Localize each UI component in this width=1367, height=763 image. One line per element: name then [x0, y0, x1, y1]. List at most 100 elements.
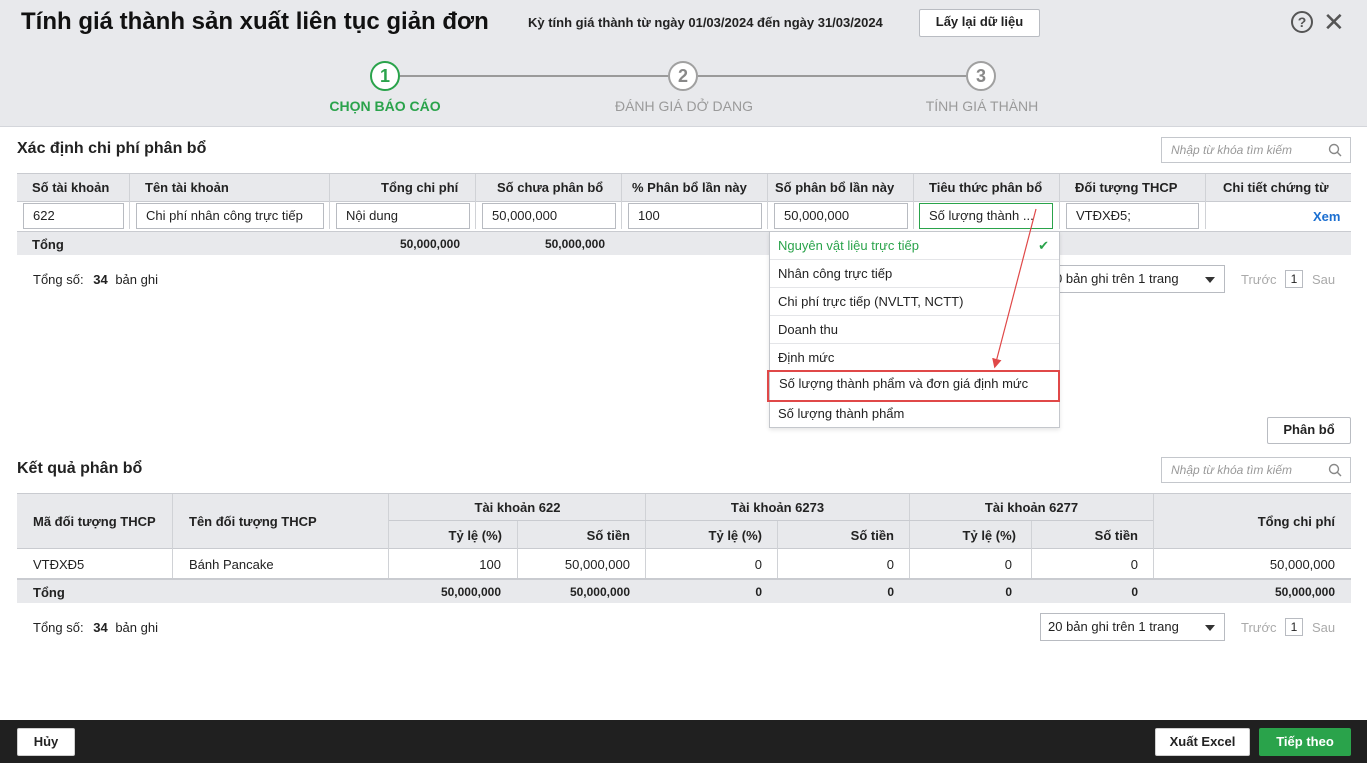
- record-suffix: bản ghi: [115, 620, 158, 635]
- page-size-value: 20 bản ghi trên 1 trang: [1048, 619, 1179, 634]
- result-search-input[interactable]: Nhập từ khóa tìm kiếm: [1161, 457, 1351, 483]
- col-divider: [475, 174, 476, 229]
- total-rate-6273: 0: [755, 585, 762, 599]
- result-name: Bánh Pancake: [189, 557, 274, 572]
- criteria-option-highlighted[interactable]: Số lượng thành phẩm và đơn giá định mức: [767, 370, 1060, 402]
- col-unallocated: Số chưa phân bổ: [497, 180, 604, 195]
- help-icon[interactable]: ?: [1291, 11, 1313, 33]
- col-total: Tổng chi phí: [1257, 514, 1335, 529]
- footer-bar: Hủy Xuất Excel Tiếp theo: [0, 720, 1367, 763]
- page-number-input[interactable]: 1: [1285, 618, 1303, 636]
- total-cost-sum: 50,000,000: [399, 237, 460, 251]
- col-object: Đối tượng THCP: [1075, 180, 1178, 195]
- col-name: Tên đối tượng THCP: [189, 514, 317, 529]
- col-rate-6273: Tỷ lệ (%): [708, 528, 762, 543]
- criteria-option[interactable]: Nhân công trực tiếp: [770, 260, 1059, 288]
- result-total-row: Tổng 50,000,000 50,000,000 0 0 0 0 50,00…: [17, 578, 1351, 603]
- allocate-button[interactable]: Phân bổ: [1267, 417, 1351, 444]
- allocated-field[interactable]: 50,000,000: [774, 203, 908, 229]
- search-icon: [1328, 143, 1342, 157]
- period-text: Kỳ tính giá thành từ ngày 01/03/2024 đến…: [528, 15, 883, 30]
- export-excel-button[interactable]: Xuất Excel: [1155, 728, 1250, 756]
- prev-page-button[interactable]: Trước: [1241, 272, 1277, 287]
- result-amount-622: 50,000,000: [564, 557, 630, 572]
- result-record-count: Tổng số: 34 bản ghi: [33, 620, 158, 635]
- total-rate-622: 50,000,000: [440, 585, 501, 599]
- step-3-label: TÍNH GIÁ THÀNH: [925, 98, 1039, 114]
- criteria-option[interactable]: Doanh thu: [770, 316, 1059, 344]
- total-amount-6273: 0: [887, 585, 894, 599]
- next-page-button[interactable]: Sau: [1312, 272, 1335, 287]
- col-account-no: Số tài khoản: [32, 180, 110, 195]
- allocation-header-row: Số tài khoản Tên tài khoản Tổng chi phí …: [17, 173, 1351, 202]
- col-rate-622: Tỷ lệ (%): [448, 528, 502, 543]
- col-divider: [621, 174, 622, 229]
- criteria-option[interactable]: Nguyên vật liệu trực tiếp ✔: [770, 232, 1059, 260]
- col-rate-6277: Tỷ lệ (%): [962, 528, 1016, 543]
- next-page-button[interactable]: Sau: [1312, 620, 1335, 635]
- page-number-input[interactable]: 1: [1285, 270, 1303, 288]
- search-placeholder: Nhập từ khóa tìm kiếm: [1171, 463, 1292, 477]
- result-page-size-select[interactable]: 20 bản ghi trên 1 trang: [1040, 613, 1225, 641]
- account-name-field[interactable]: Chi phí nhân công trực tiếp: [136, 203, 324, 229]
- close-icon[interactable]: ✕: [1323, 9, 1345, 35]
- criteria-select[interactable]: Số lượng thành ...: [919, 203, 1053, 229]
- reload-data-button[interactable]: Lấy lại dữ liệu: [919, 9, 1040, 37]
- result-amount-6277: 0: [1130, 557, 1138, 572]
- total-rate-6277: 0: [1005, 585, 1012, 599]
- check-icon: ✔: [1038, 238, 1049, 253]
- col-amount-6277: Số tiền: [1094, 528, 1138, 543]
- allocation-title: Xác định chi phí phân bổ: [17, 140, 207, 157]
- step-1-circle[interactable]: 1: [370, 61, 400, 91]
- total-amount-6277: 0: [1131, 585, 1138, 599]
- result-rate-6277: 0: [1004, 557, 1012, 572]
- criteria-option[interactable]: Số lượng thành phẩm: [770, 400, 1059, 428]
- header-subdivider: [389, 520, 1153, 521]
- total-amount-622: 50,000,000: [569, 585, 630, 599]
- next-button[interactable]: Tiếp theo: [1259, 728, 1351, 756]
- total-label: Tổng: [32, 237, 64, 252]
- col-amount-622: Số tiền: [586, 528, 630, 543]
- col-divider: [129, 174, 130, 229]
- col-divider: [1059, 174, 1060, 229]
- step-2-circle[interactable]: 2: [668, 61, 698, 91]
- result-title: Kết quả phân bổ: [17, 460, 143, 477]
- col-detail: Chi tiết chứng từ: [1223, 180, 1329, 195]
- prev-page-button[interactable]: Trước: [1241, 620, 1277, 635]
- total-cost-field[interactable]: Nội dung: [336, 203, 470, 229]
- search-placeholder: Nhập từ khóa tìm kiếm: [1171, 143, 1292, 157]
- record-count: 34: [93, 620, 108, 635]
- unallocated-field[interactable]: 50,000,000: [482, 203, 616, 229]
- chevron-down-icon: [1205, 625, 1215, 631]
- step-1-label: CHỌN BÁO CÁO: [329, 98, 441, 114]
- col-divider: [1205, 174, 1206, 229]
- result-rate-622: 100: [479, 557, 501, 572]
- result-row[interactable]: VTĐXĐ5 Bánh Pancake 100 50,000,000 0 0 0…: [17, 549, 1351, 578]
- result-rate-6273: 0: [754, 557, 762, 572]
- col-divider: [767, 174, 768, 229]
- step-3-circle[interactable]: 3: [966, 61, 996, 91]
- col-divider: [329, 174, 330, 229]
- col-criteria: Tiêu thức phân bổ: [929, 180, 1043, 195]
- record-count: 34: [93, 272, 108, 287]
- account-no-field[interactable]: 622: [23, 203, 124, 229]
- criteria-option[interactable]: Định mức: [770, 344, 1059, 372]
- allocation-page-size-select[interactable]: 0 bản ghi trên 1 trang: [1040, 265, 1225, 293]
- step-connector: [698, 75, 966, 77]
- total-overall: 50,000,000: [1274, 585, 1335, 599]
- allocation-record-count: Tổng số: 34 bản ghi: [33, 272, 158, 287]
- col-code: Mã đối tượng THCP: [33, 514, 156, 529]
- search-icon: [1328, 463, 1342, 477]
- col-divider: [913, 174, 914, 229]
- criteria-option[interactable]: Chi phí trực tiếp (NVLTT, NCTT): [770, 288, 1059, 316]
- group-622: Tài khoản 622: [474, 500, 561, 515]
- cancel-button[interactable]: Hủy: [17, 728, 75, 756]
- allocation-search-input[interactable]: Nhập từ khóa tìm kiếm: [1161, 137, 1351, 163]
- object-field[interactable]: VTĐXĐ5;: [1066, 203, 1199, 229]
- criteria-dropdown: Nguyên vật liệu trực tiếp ✔ Nhân công tr…: [767, 231, 1060, 428]
- percent-field[interactable]: 100: [628, 203, 762, 229]
- page-title: Tính giá thành sản xuất liên tục giản đơ…: [21, 8, 489, 35]
- view-detail-link[interactable]: Xem: [1313, 209, 1340, 224]
- result-header: Mã đối tượng THCP Tên đối tượng THCP Tài…: [17, 493, 1351, 549]
- col-amount-6273: Số tiền: [850, 528, 894, 543]
